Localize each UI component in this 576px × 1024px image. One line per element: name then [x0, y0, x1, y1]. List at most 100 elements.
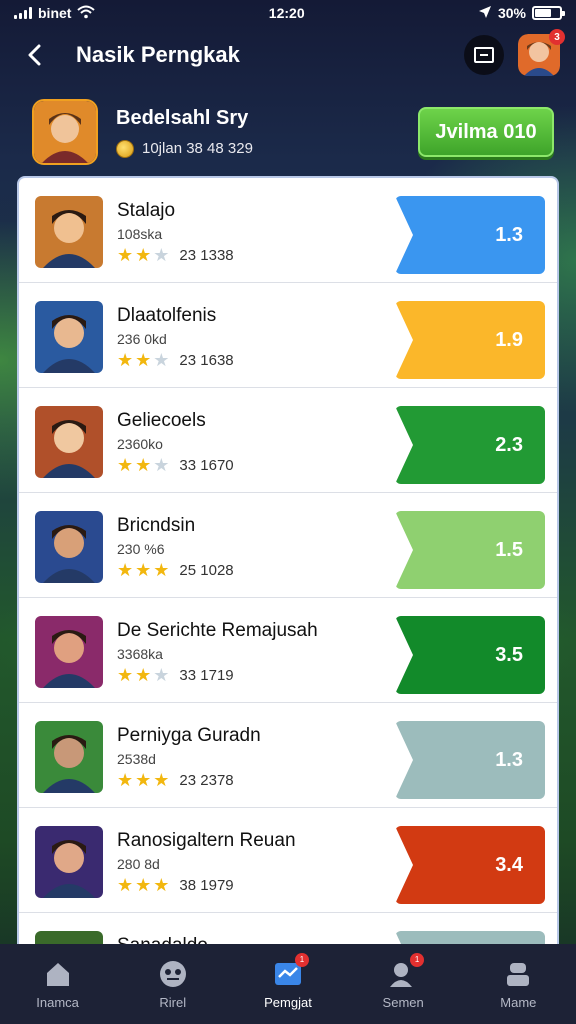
game-avatar [35, 616, 103, 688]
score-flag[interactable]: 1.3 [395, 721, 545, 799]
item-title: Perniyga Guradn [117, 725, 261, 746]
item-subtitle: 2538d [117, 751, 156, 767]
back-button[interactable] [16, 37, 52, 73]
bottom-nav: Inamca Rirel 1 Pemgjat 1 Semen Mame [0, 944, 576, 1024]
list-item[interactable]: Perniyga Guradn 2538d ★ ★ ★ 23 2378 1.3 [19, 703, 557, 808]
star-rating: ★ ★ ★ 25 1028 [117, 561, 234, 579]
score-flag[interactable]: 1.3 [395, 196, 545, 274]
item-count: 33 1670 [179, 456, 234, 474]
item-count: 38 1979 [179, 876, 234, 894]
star-icon: ★ [117, 770, 134, 790]
profile-stats: 10jlan 38 48 329 [142, 140, 253, 157]
item-count: 23 1338 [179, 246, 234, 264]
coin-icon [116, 139, 134, 158]
item-subtitle: 280 8d [117, 856, 160, 872]
wifi-icon [77, 5, 96, 22]
item-title: Dlaatolfenis [117, 305, 217, 326]
item-count: 23 1638 [179, 351, 234, 369]
battery-icon [531, 6, 565, 20]
nav-badge: 1 [410, 952, 425, 967]
list-item[interactable]: Dlaatolfenis 236 0kd ★ ★ ★ 23 1638 1.9 [19, 283, 557, 388]
nav-label: Mame [500, 994, 537, 1010]
star-icon: ★ [135, 875, 152, 895]
signal-icon [14, 7, 32, 19]
notification-badge: 3 [549, 29, 565, 45]
status-bar: binet 12:20 30% [0, 0, 576, 26]
star-icon: ★ [135, 455, 152, 475]
score-flag[interactable]: 1.9 [395, 301, 545, 379]
carrier-label: binet [38, 5, 72, 21]
list-item[interactable]: Ranosigaltern Reuan 280 8d ★ ★ ★ 38 1979 3.4 [19, 808, 557, 913]
item-subtitle: 2360ko [117, 436, 163, 452]
nav-item-home[interactable]: Inamca [8, 959, 108, 1010]
inbox-icon [474, 47, 494, 63]
star-icon: ★ [117, 455, 134, 475]
list-item[interactable]: Geliecoels 2360ko ★ ★ ★ 33 1670 2.3 [19, 388, 557, 493]
chevron-left-icon [28, 44, 41, 66]
game-avatar [35, 406, 103, 478]
list-item[interactable]: De Serichte Remajusah 3368ka ★ ★ ★ 33 1719 3.5 [19, 598, 557, 703]
profile-avatar[interactable] [32, 99, 98, 165]
game-icon [158, 959, 188, 989]
item-title: Stalajo [117, 200, 176, 221]
list-item[interactable]: Stalajo 108ska ★ ★ ★ 23 1338 1.3 [19, 178, 557, 283]
nav-item-ranking[interactable]: 1 Pemgjat [238, 952, 338, 1010]
item-title: Bricndsin [117, 515, 196, 536]
star-icon: ★ [153, 875, 170, 895]
game-avatar [35, 196, 103, 268]
location-icon [478, 5, 492, 22]
header: Nasik Perngkak 3 [0, 29, 576, 80]
ranking-icon: 1 [273, 952, 309, 989]
item-title: De Serichte Remajusah [117, 620, 318, 641]
item-title: Ranosigaltern Reuan [117, 830, 296, 851]
home-icon [43, 959, 73, 989]
ranking-list: Stalajo 108ska ★ ★ ★ 23 1338 1.3 Dlaatolfenis 2… [17, 176, 559, 956]
profile-name: Bedelsahl Sry [116, 106, 249, 129]
item-subtitle: 108ska [117, 226, 163, 242]
nav-item-profile[interactable]: Mame [468, 959, 568, 1010]
star-icon: ★ [153, 770, 170, 790]
clock: 12:20 [268, 5, 305, 21]
nav-label: Pemgjat [264, 994, 312, 1010]
item-count: 23 2378 [179, 771, 234, 789]
item-subtitle: 3368ka [117, 646, 163, 662]
score-flag[interactable]: 1.5 [395, 511, 545, 589]
star-icon: ★ [135, 350, 152, 370]
star-icon: ★ [153, 665, 170, 685]
item-subtitle: 236 0kd [117, 331, 167, 347]
nav-label: Rirel [159, 994, 187, 1010]
star-icon: ★ [135, 245, 152, 265]
star-icon: ★ [117, 560, 134, 580]
nav-item-game[interactable]: Rirel [123, 959, 223, 1010]
join-button[interactable]: Jvilma 010 [418, 107, 554, 157]
star-icon: ★ [153, 560, 170, 580]
profile-icon [503, 959, 533, 989]
star-icon: ★ [135, 665, 152, 685]
game-avatar [35, 301, 103, 373]
nav-item-social[interactable]: 1 Semen [353, 952, 453, 1010]
list-item[interactable]: Bricndsin 230 %6 ★ ★ ★ 25 1028 1.5 [19, 493, 557, 598]
score-flag[interactable]: 3.4 [395, 826, 545, 904]
star-rating: ★ ★ ★ 23 1638 [117, 351, 234, 369]
item-count: 25 1028 [179, 561, 234, 579]
star-rating: ★ ★ ★ 33 1670 [117, 456, 234, 474]
star-icon: ★ [135, 770, 152, 790]
star-rating: ★ ★ ★ 23 2378 [117, 771, 234, 789]
user-avatar[interactable]: 3 [518, 29, 565, 76]
social-icon: 1 [388, 952, 425, 989]
nav-label: Inamca [36, 994, 79, 1010]
score-flag[interactable]: 3.5 [395, 616, 545, 694]
profile-summary: Bedelsahl Sry 10jlan 38 48 329 Jvilma 01… [32, 96, 554, 168]
page-title: Nasik Perngkak [76, 42, 240, 67]
score-flag[interactable]: 2.3 [395, 406, 545, 484]
star-icon: ★ [117, 875, 134, 895]
portrait-image [34, 101, 96, 163]
nav-badge: 1 [294, 952, 309, 967]
inbox-button[interactable] [464, 35, 504, 75]
item-title: Geliecoels [117, 410, 206, 431]
item-count: 33 1719 [179, 666, 234, 684]
star-icon: ★ [117, 245, 134, 265]
game-avatar [35, 511, 103, 583]
star-rating: ★ ★ ★ 38 1979 [117, 876, 234, 894]
nav-label: Semen [382, 994, 424, 1010]
